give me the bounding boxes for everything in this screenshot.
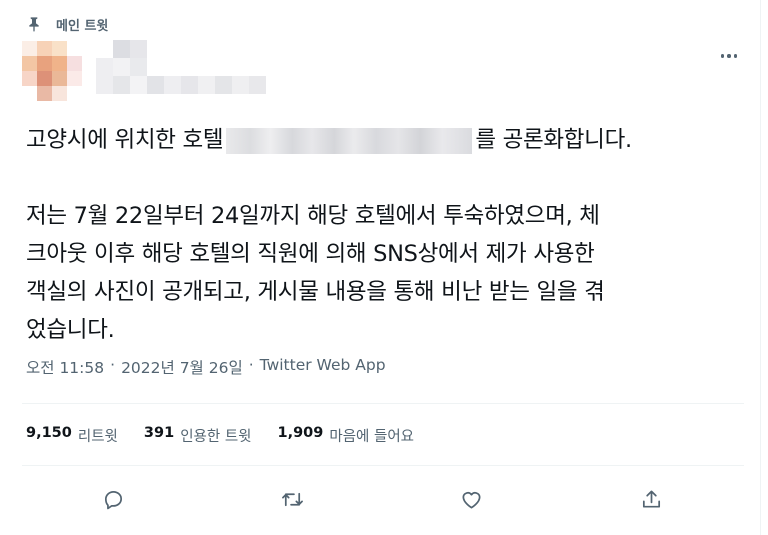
retweets-label: 리트윗 [77, 429, 118, 445]
tweet-source[interactable]: Twitter Web App [260, 356, 386, 378]
tweet-line: 고양시에 위치한 호텔 를 공론화합니다. [26, 121, 746, 159]
user-name-blurred[interactable] [96, 40, 266, 94]
tweet-line: 크아웃 이후 해당 호텔의 직원에 의해 SNS상에서 제가 사용한 [26, 241, 595, 267]
action-bar [0, 484, 760, 514]
tweet-line: 저는 7월 22일부터 24일까지 해당 호텔에서 투숙하였으며, 체 [26, 203, 600, 229]
tweet-text-segment: 를 공론화합니다. [475, 127, 632, 153]
tweet-time[interactable]: 오전 11:58 [26, 356, 104, 378]
tweet-text-segment: 고양시에 위치한 호텔 [26, 127, 224, 153]
quotes-stat[interactable]: 391 인용한 트윗 [144, 425, 252, 446]
like-button[interactable] [456, 484, 486, 514]
tweet-detail: 메인 트윗 고양시에 위치한 호텔 를 공론화합니다. 저는 7월 22일부터 2… [0, 0, 761, 535]
pinned-indicator: 메인 트윗 [26, 12, 108, 36]
tweet-date[interactable]: 2022년 7월 26일 [121, 356, 243, 378]
divider [22, 403, 744, 404]
likes-stat[interactable]: 1,909 마음에 들어요 [278, 425, 415, 446]
share-icon [642, 489, 660, 508]
tweet-line: 객실의 사진이 공개되고, 게시물 내용을 통해 비난 받는 일을 겪 [26, 279, 605, 305]
meta-separator: · [248, 356, 254, 374]
pin-icon [29, 17, 39, 32]
retweet-icon [281, 492, 303, 506]
likes-count: 1,909 [277, 425, 324, 441]
tweet-line: 었습니다. [26, 317, 115, 343]
retweet-button[interactable] [277, 484, 307, 514]
tweet-text: 고양시에 위치한 호텔 를 공론화합니다. 저는 7월 22일부터 24일까지 해… [26, 121, 746, 349]
avatar[interactable] [22, 41, 82, 101]
tweet-meta: 오전 11:58 · 2022년 7월 26일 · Twitter Web Ap… [26, 356, 386, 378]
reply-icon [104, 490, 122, 509]
pinned-label: 메인 트윗 [56, 18, 109, 34]
share-button[interactable] [636, 484, 666, 514]
more-options-button[interactable] [718, 46, 740, 66]
reply-button[interactable] [98, 484, 128, 514]
retweets-stat[interactable]: 9,150 리트윗 [26, 425, 118, 446]
like-icon [461, 491, 481, 509]
quotes-label: 인용한 트윗 [180, 429, 252, 445]
tweet-stats: 9,150 리트윗 391 인용한 트윗 1,909 마음에 들어요 [26, 425, 414, 446]
divider [22, 465, 744, 466]
likes-label: 마음에 들어요 [329, 429, 415, 445]
quotes-count: 391 [143, 425, 175, 441]
meta-separator: · [110, 356, 116, 374]
retweets-count: 9,150 [26, 425, 72, 441]
hotel-name-blurred [226, 127, 473, 154]
